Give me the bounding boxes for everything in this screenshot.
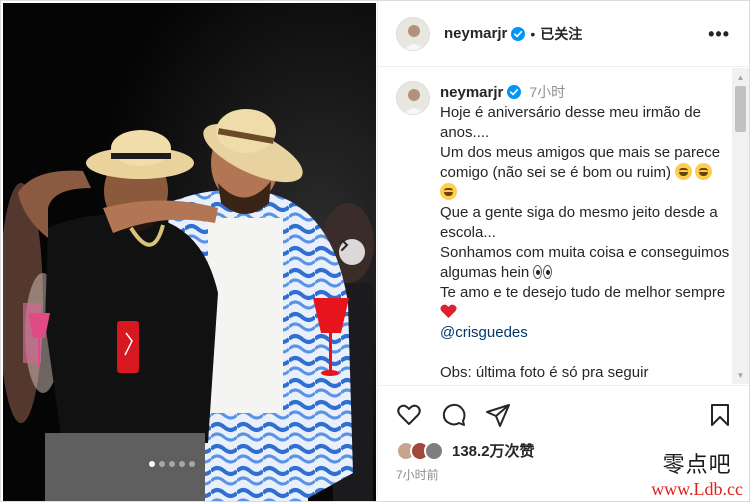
avatar[interactable] [396, 16, 430, 51]
comment-icon[interactable] [441, 402, 467, 428]
watermark-url: www.Ldb.cc [651, 479, 743, 499]
instagram-post-window: neymarjr • 已关注 ••• neymarjr 7小时 Hoje é a… [0, 0, 750, 502]
likes-count[interactable]: 138.2万次赞 [452, 440, 535, 461]
eyes-emoji-icon [533, 265, 553, 279]
carousel-next-button[interactable] [339, 239, 365, 265]
verified-badge-icon [511, 26, 526, 41]
mention-link[interactable]: @crisguedes [440, 323, 730, 343]
laughing-emoji-icon [440, 183, 457, 200]
carousel-indicator [149, 461, 195, 467]
photo-illustration [3, 3, 376, 501]
carousel-dot [169, 461, 175, 467]
post-header: neymarjr • 已关注 ••• [378, 1, 750, 67]
avatar [424, 440, 444, 461]
caption-section: neymarjr 7小时 Hoje é aniversário desse meu… [378, 68, 750, 384]
laughing-emoji-icon [675, 163, 693, 180]
avatar-image [397, 17, 429, 50]
scroll-down-arrow-icon[interactable]: ▼ [732, 368, 749, 382]
heart-icon[interactable] [396, 402, 422, 428]
bookmark-icon[interactable] [707, 402, 733, 428]
carousel-dot [159, 461, 165, 467]
carousel-dot [149, 461, 155, 467]
post-author-username[interactable]: neymarjr [444, 25, 507, 42]
more-options-icon[interactable]: ••• [708, 25, 730, 43]
comments-scrollbar[interactable]: ▲ ▼ [732, 68, 749, 384]
caption-header: neymarjr 7小时 [440, 82, 565, 102]
caption-line: Sonhamos com muita coisa e conseguimos a… [440, 243, 730, 283]
caption-line: Obs: última foto é só pra seguir [440, 364, 649, 381]
avatar[interactable] [396, 81, 430, 115]
carousel-dot [189, 461, 195, 467]
verified-badge-icon [507, 85, 522, 99]
post-detail-panel: neymarjr • 已关注 ••• neymarjr 7小时 Hoje é a… [377, 1, 750, 502]
header-separator: • [530, 25, 536, 42]
laughing-emoji-icon [695, 163, 713, 180]
caption-line-text: Sonhamos com muita coisa e conseguimos a… [440, 244, 730, 281]
caption-spacer [440, 343, 730, 363]
caption-line: Um dos meus amigos que mais se parece co… [440, 143, 730, 203]
share-icon[interactable] [485, 402, 511, 428]
watermark-logo: 零点吧 [662, 453, 732, 478]
caption-line: Te amo e te desejo tudo de melhor sempre [440, 283, 730, 323]
post-photo[interactable] [3, 3, 376, 501]
post-timestamp[interactable]: 7小时前 [396, 466, 439, 483]
caption-username[interactable]: neymarjr [440, 84, 503, 101]
caption-line: Que a gente siga do mesmo jeito desde a … [440, 204, 718, 241]
caption-text: Hoje é aniversário desse meu irmão de an… [440, 103, 730, 383]
watermark: 零点吧 www.Ldb.cc [651, 453, 743, 499]
scroll-up-arrow-icon[interactable]: ▲ [732, 70, 749, 84]
red-heart-emoji-icon [440, 304, 457, 318]
follow-status-button[interactable]: 已关注 [540, 24, 582, 44]
caption-timestamp[interactable]: 7小时 [529, 84, 565, 100]
chevron-right-icon [341, 239, 349, 251]
scrollbar-thumb[interactable] [735, 86, 746, 132]
likes-summary[interactable]: 138.2万次赞 [396, 440, 535, 461]
avatar-image [397, 82, 429, 114]
caption-line: Hoje é aniversário desse meu irmão de an… [440, 104, 701, 141]
caption-line-text: Te amo e te desejo tudo de melhor sempre [440, 284, 726, 301]
carousel-dot [179, 461, 185, 467]
